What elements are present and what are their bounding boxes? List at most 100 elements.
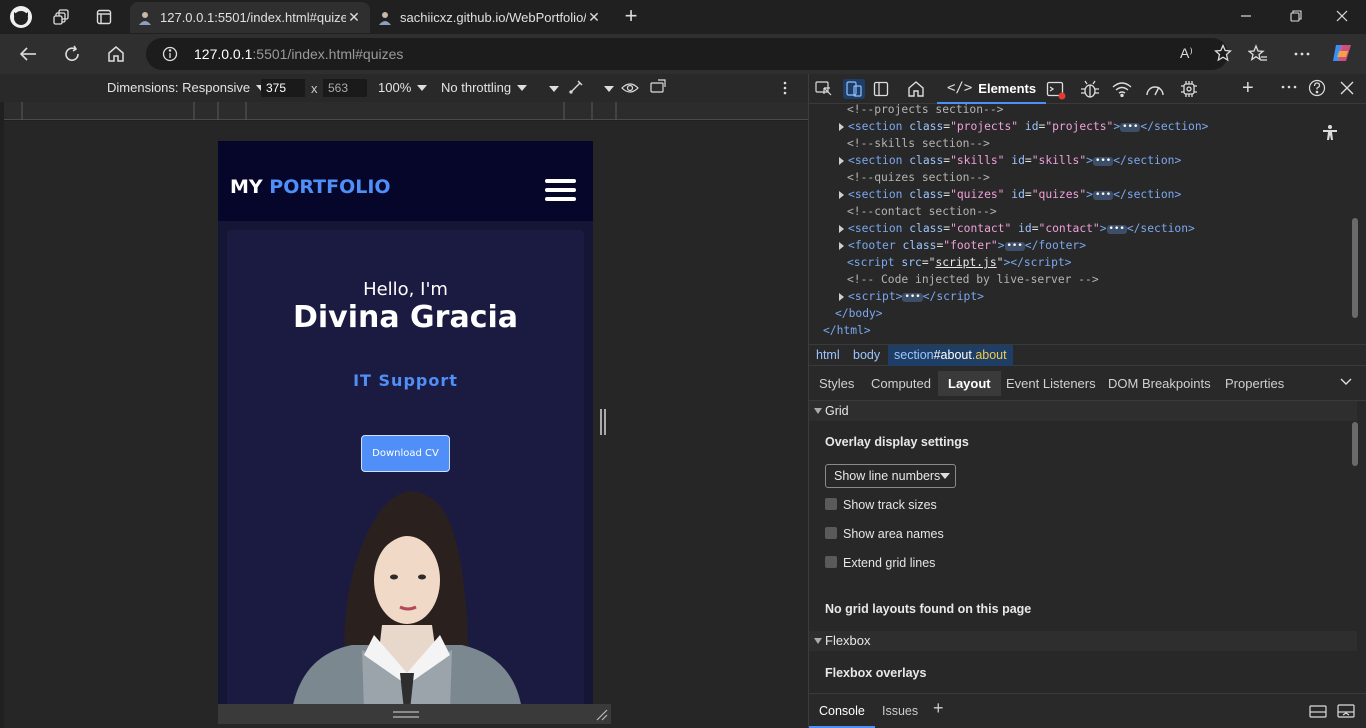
breadcrumb-html[interactable]: html [816,348,840,362]
dock-side-icon[interactable] [873,81,889,97]
grid-section-header[interactable]: Grid [809,401,1357,421]
ellipsis-icon[interactable]: ••• [1092,190,1114,200]
ellipsis-icon[interactable]: ••• [902,292,923,302]
ellipsis-icon[interactable]: ••• [1004,241,1025,251]
throttling-options-chevron-icon[interactable] [543,80,559,95]
breadcrumb-section[interactable]: section#about.about [888,345,1013,366]
undock-drawer-icon[interactable] [1309,703,1327,719]
memory-chip-icon[interactable] [1180,80,1198,98]
throttling-dropdown[interactable]: No throttling [441,80,528,95]
favorites-icon[interactable] [1248,44,1268,64]
dom-line[interactable]: <footer class="footer"> ••• </footer> [839,237,1086,254]
dom-scrollbar[interactable] [1352,218,1358,318]
back-icon[interactable] [18,44,38,64]
new-tab-button[interactable]: + [620,5,642,27]
zoom-dropdown[interactable]: 100% [378,80,428,95]
viewport-resize-bar[interactable] [218,704,611,724]
script-src-link[interactable]: script.js [935,256,996,269]
height-input[interactable]: 563 [323,79,367,97]
expand-triangle-icon[interactable] [839,225,844,233]
more-tools-plus-icon[interactable]: + [1242,77,1254,100]
dom-line[interactable]: <!--contact section--> [847,203,997,220]
welcome-home-icon[interactable] [907,80,925,98]
extend-grid-lines-checkbox[interactable] [825,556,837,568]
dom-line[interactable]: <!--quizes section--> [847,169,990,186]
tab-styles[interactable]: Styles [815,371,858,396]
expand-triangle-icon[interactable] [839,123,844,131]
dom-line[interactable]: <section class="quizes" id="quizes"> ••• <… [839,186,1181,203]
home-icon[interactable] [106,44,126,64]
media-query-ruler[interactable] [4,102,808,120]
tab-event-listeners[interactable]: Event Listeners [1002,371,1100,396]
dom-line[interactable]: <!--skills section--> [847,135,990,152]
tab-close-icon[interactable]: ✕ [346,9,362,26]
tab-localhost[interactable]: 127.0.0.1:5501/index.html#quizes ✕ [130,2,370,33]
vertical-tabs-icon[interactable] [92,6,116,28]
restore-icon[interactable] [1286,8,1306,24]
line-numbers-select[interactable]: Show line numbers [825,464,956,488]
hamburger-menu-icon[interactable] [545,179,576,201]
favorite-star-icon[interactable] [1214,44,1232,62]
console-tab-icon[interactable] [1046,80,1066,100]
dom-line[interactable]: </html> [823,322,871,339]
add-drawer-tab-button[interactable]: + [933,698,944,719]
tab-properties[interactable]: Properties [1221,371,1288,396]
ellipsis-icon[interactable]: ••• [1092,156,1114,166]
profile-avatar-icon[interactable] [8,5,34,29]
devtools-more-icon[interactable] [1280,81,1298,95]
dimensions-dropdown[interactable]: Dimensions: Responsive [107,80,267,95]
dom-line[interactable]: <!-- Code injected by live-server --> [847,271,1099,288]
performance-gauge-icon[interactable] [1145,81,1165,97]
network-wifi-icon[interactable] [1112,81,1132,97]
expand-triangle-icon[interactable] [839,191,844,199]
workspaces-icon[interactable] [50,6,74,28]
tab-layout[interactable]: Layout [938,371,1001,396]
inspect-element-icon[interactable] [815,81,833,97]
site-logo[interactable]: MY PORTFOLIO [230,176,391,198]
device-emulation-icon[interactable] [843,79,865,99]
bug-sources-icon[interactable] [1080,80,1100,100]
flexbox-section-header[interactable]: Flexbox [809,631,1357,651]
breadcrumb-body[interactable]: body [853,348,880,362]
tab-elements[interactable]: </> Elements [937,74,1047,104]
download-cv-button[interactable]: Download CV [361,435,450,472]
vision-deficiency-eye-icon[interactable] [621,80,639,96]
tab-console[interactable]: Console [809,694,875,728]
tab-dom-breakpoints[interactable]: DOM Breakpoints [1104,371,1215,396]
dom-line[interactable]: </body> [835,305,883,322]
close-drawer-icon[interactable] [1337,703,1355,719]
devtools-close-icon[interactable] [1339,80,1355,96]
layout-scrollbar[interactable] [1352,422,1358,466]
show-track-sizes-checkbox[interactable] [825,498,837,510]
close-icon[interactable] [1332,8,1352,24]
dom-line[interactable]: <script src="script.js"></script> [847,254,1071,271]
dom-line[interactable]: <section class="contact" id="contact"> ••… [839,220,1195,237]
resize-handle-icon[interactable] [393,711,419,719]
ellipsis-icon[interactable]: ••• [1106,224,1127,234]
device-toolbar-more-icon[interactable] [778,80,792,96]
sensor-dropdown-chevron-icon[interactable] [598,80,614,95]
dom-tree[interactable]: <!--projects section--> <section class="… [809,101,1357,344]
tab-close-icon[interactable]: ✕ [586,9,602,26]
accessibility-icon[interactable] [1321,124,1339,142]
viewport-width-handle[interactable] [600,409,606,435]
expand-triangle-icon[interactable] [839,242,844,250]
tab-github-portfolio[interactable]: sachiicxz.github.io/WebPortfolio/ ✕ [370,2,610,33]
corner-resize-icon[interactable] [596,709,608,721]
ellipsis-icon[interactable]: ••• [1120,122,1141,132]
chevron-down-icon[interactable] [1340,378,1352,386]
tab-issues[interactable]: Issues [882,694,918,728]
dom-line[interactable]: <section class="projects" id="projects">… [839,118,1208,135]
width-input[interactable]: 375 [261,79,305,97]
tab-computed[interactable]: Computed [867,371,935,396]
copilot-icon[interactable] [1330,41,1354,65]
minimize-icon[interactable] [1236,8,1256,24]
show-area-names-checkbox[interactable] [825,527,837,539]
refresh-icon[interactable] [62,44,82,64]
expand-triangle-icon[interactable] [839,157,844,165]
more-menu-icon[interactable] [1292,44,1312,64]
site-info-icon[interactable] [162,46,178,62]
dom-line[interactable]: <section class="skills" id="skills"> ••• <… [839,152,1181,169]
dom-line[interactable]: <!--projects section--> [847,101,1003,118]
sensor-pen-icon[interactable] [568,79,584,95]
